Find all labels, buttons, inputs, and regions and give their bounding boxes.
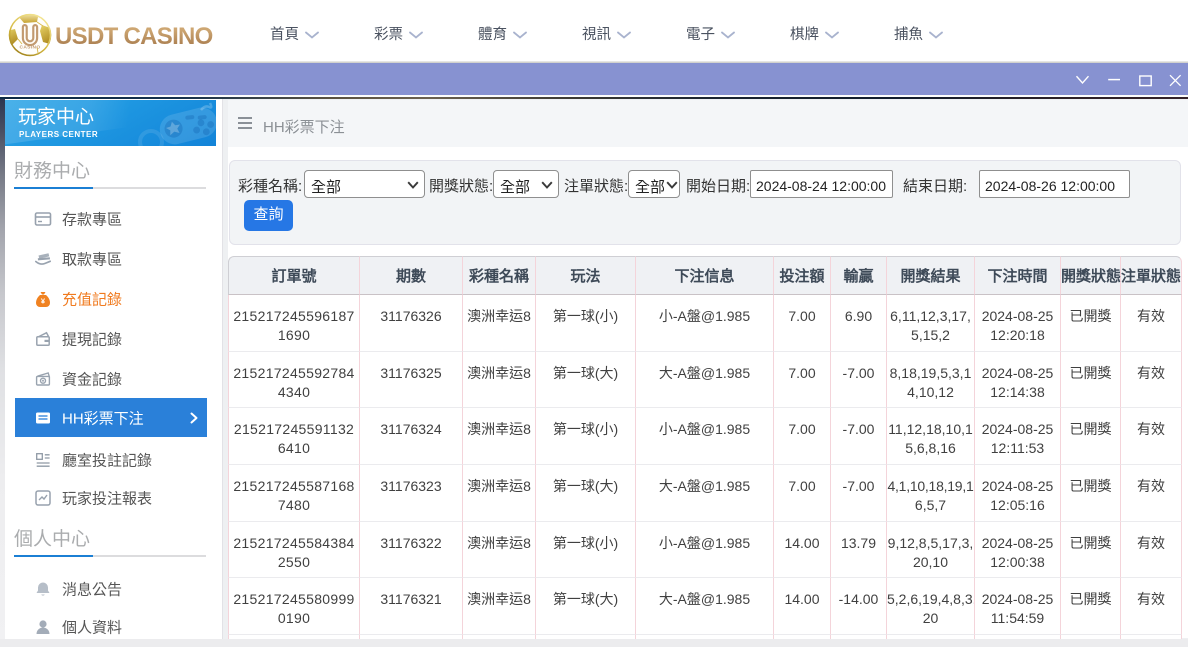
svg-text:CASINO: CASINO [19, 45, 40, 51]
